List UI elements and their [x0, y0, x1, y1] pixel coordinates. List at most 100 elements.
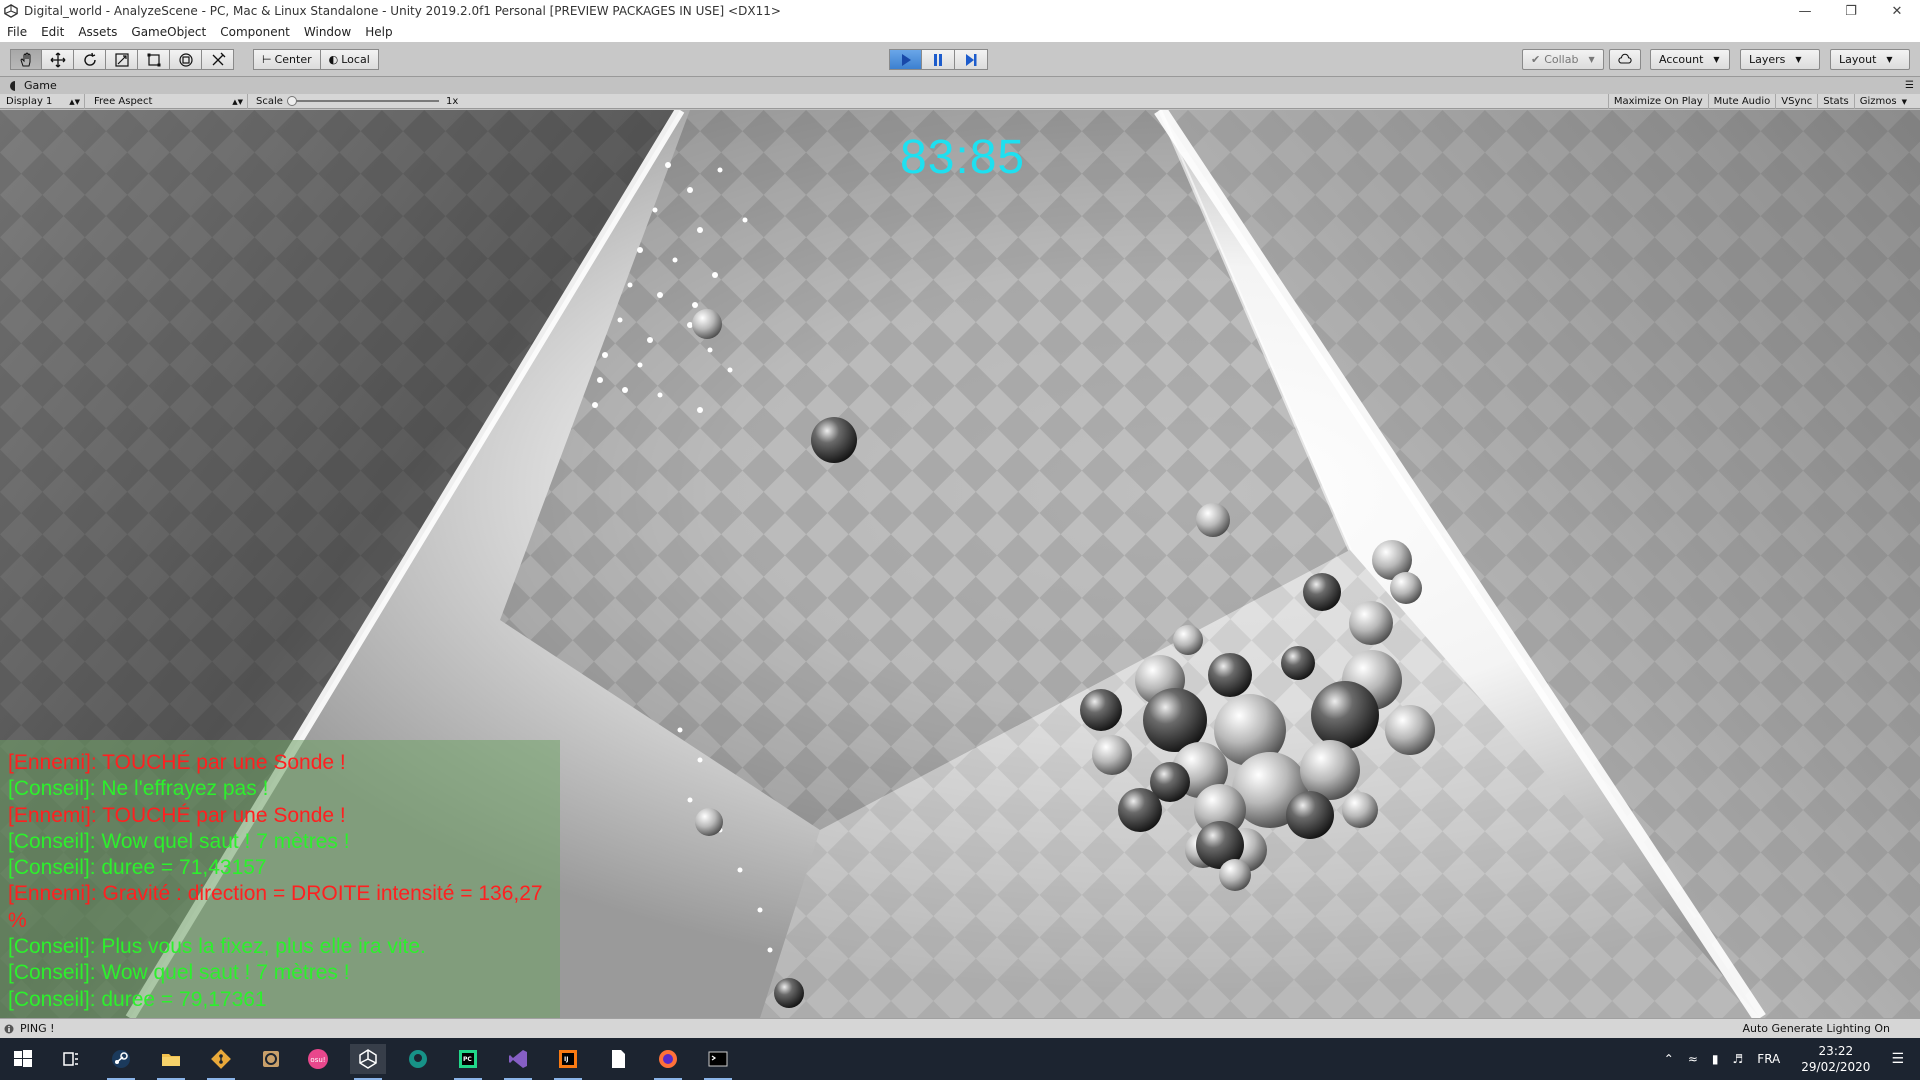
lighting-status: Auto Generate Lighting On [1742, 1022, 1891, 1035]
restore-button[interactable]: ❐ [1828, 0, 1874, 22]
maximize-on-play-toggle[interactable]: Maximize On Play [1607, 94, 1708, 109]
scale-slider-track[interactable] [289, 100, 439, 102]
taskbar-intellij[interactable]: IJ [550, 1044, 586, 1080]
clock[interactable]: 23:22 29/02/2020 [1801, 1043, 1870, 1075]
custom-tool-icon [212, 52, 225, 65]
custom-tool-button[interactable] [202, 49, 234, 70]
taskbar-visual-studio[interactable] [500, 1044, 536, 1080]
game-view-toolbar: Display 1 ▲▼ Free Aspect ▲▼ Scale 1x Max… [0, 94, 1920, 109]
taskbar-steam[interactable] [103, 1044, 139, 1080]
menu-help[interactable]: Help [358, 25, 399, 39]
chevron-up-icon[interactable]: ⌃ [1664, 1052, 1674, 1066]
chevron-updown-icon: ▲▼ [232, 97, 243, 106]
taskbar-file[interactable] [600, 1044, 636, 1074]
step-icon [966, 53, 977, 66]
scale-tool-icon [114, 52, 129, 67]
layout-dropdown[interactable]: Layout ▼ [1830, 49, 1910, 70]
play-button[interactable] [889, 49, 922, 70]
steam-icon [112, 1050, 130, 1068]
pause-button[interactable] [922, 49, 955, 70]
layout-label: Layout [1839, 53, 1877, 66]
rotate-tool-button[interactable] [74, 49, 106, 70]
gizmos-label: Gizmos [1859, 96, 1897, 107]
transform-tool-button[interactable] [170, 49, 202, 70]
windows-taskbar: osu! PC IJ ⌃ ≈ ▮ ♬ FRA 23:22 29/02/2020 … [0, 1038, 1920, 1080]
clock-date: 29/02/2020 [1801, 1060, 1871, 1074]
account-dropdown[interactable]: Account ▼ [1650, 49, 1730, 70]
hand-tool-button[interactable] [10, 49, 42, 70]
layout-group: Layout ▼ [1830, 49, 1910, 70]
taskbar-gitkraken[interactable] [400, 1044, 436, 1074]
start-button[interactable] [5, 1044, 41, 1074]
menu-assets[interactable]: Assets [71, 25, 124, 39]
menu-edit[interactable]: Edit [34, 25, 71, 39]
rect-tool-icon [147, 53, 160, 66]
svg-text:osu!: osu! [310, 1056, 325, 1064]
file-explorer-icon [162, 1054, 180, 1066]
taskbar-terminal[interactable] [700, 1044, 736, 1080]
taskbar-osu[interactable]: osu! [300, 1044, 336, 1074]
vsync-toggle[interactable]: VSync [1775, 94, 1817, 109]
language-indicator[interactable]: FRA [1757, 1052, 1780, 1066]
gizmos-dropdown[interactable]: Gizmos ▼ [1853, 94, 1912, 109]
console-message[interactable]: PING ! [20, 1022, 55, 1035]
pivot-center-button[interactable]: ⊢ Center [253, 49, 321, 70]
chevron-down-icon: ▼ [1795, 55, 1802, 64]
firefox-icon [659, 1050, 677, 1068]
menu-file[interactable]: File [0, 25, 34, 39]
log-line: [Conseil]: duree = 71,43157 [8, 856, 267, 880]
log-line: [Ennemi]: TOUCHÉ par une Sonde ! [8, 751, 346, 774]
move-tool-button[interactable] [42, 49, 74, 70]
battery-icon[interactable]: ▮ [1712, 1052, 1719, 1066]
taskbar-blender[interactable] [253, 1044, 289, 1074]
scale-slider-thumb[interactable] [287, 96, 297, 106]
game-message-log: [Ennemi]: TOUCHÉ par une Sonde ! [Consei… [0, 740, 560, 1018]
display-dropdown[interactable]: Display 1 ▲▼ [0, 94, 85, 109]
unity-icon [359, 1049, 377, 1069]
pycharm-icon: PC [459, 1050, 477, 1068]
menu-component[interactable]: Component [213, 25, 297, 39]
game-timer: 83:85 [900, 131, 1026, 184]
game-viewport[interactable]: 83:85 [Ennemi]: TOUCHÉ par une Sonde ! [… [0, 110, 1920, 1018]
notifications-icon[interactable]: ☰ [1891, 1051, 1904, 1067]
stats-toggle[interactable]: Stats [1817, 94, 1854, 109]
aspect-dropdown[interactable]: Free Aspect ▲▼ [88, 94, 248, 109]
layers-dropdown[interactable]: Layers ▼ [1740, 49, 1820, 70]
windows-start-icon [14, 1050, 32, 1067]
rect-tool-button[interactable] [138, 49, 170, 70]
taskbar-file-explorer[interactable] [153, 1044, 189, 1080]
system-tray: ⌃ ≈ ▮ ♬ FRA 23:22 29/02/2020 ☰ [1657, 1038, 1920, 1080]
taskbar-pycharm[interactable]: PC [450, 1044, 486, 1080]
pivot-local-button[interactable]: ◐ Local [320, 49, 379, 70]
minimize-button[interactable]: — [1782, 0, 1828, 22]
svg-text:IJ: IJ [564, 1056, 568, 1063]
volume-icon[interactable]: ♬ [1733, 1052, 1744, 1066]
game-controller-icon [10, 80, 15, 91]
log-line: [Conseil]: duree = 79,17361 [8, 987, 267, 1011]
move-tool-icon [50, 52, 65, 67]
task-view-icon [63, 1052, 78, 1066]
task-view-button[interactable] [53, 1044, 89, 1074]
game-tab[interactable]: Game ☰ [0, 77, 1920, 94]
menu-gameobject[interactable]: GameObject [124, 25, 213, 39]
tab-menu-icon[interactable]: ☰ [1905, 80, 1914, 91]
cloud-button[interactable] [1609, 49, 1641, 70]
account-label: Account [1659, 53, 1704, 66]
unity-logo-icon [4, 4, 18, 18]
close-button[interactable]: ✕ [1874, 0, 1920, 22]
menu-window[interactable]: Window [297, 25, 358, 39]
local-globe-icon: ◐ [328, 53, 339, 66]
taskbar-firefox[interactable] [650, 1044, 686, 1080]
collab-dropdown[interactable]: ✔ Collab ▼ [1522, 49, 1604, 70]
wifi-icon[interactable]: ≈ [1688, 1052, 1698, 1066]
taskbar-git[interactable] [203, 1044, 239, 1080]
scale-tool-button[interactable] [106, 49, 138, 70]
game-tab-label: Game [24, 79, 57, 92]
display-label: Display 1 [6, 96, 53, 107]
collab-group: ✔ Collab ▼ [1522, 49, 1604, 70]
mute-audio-toggle[interactable]: Mute Audio [1707, 94, 1776, 109]
step-button[interactable] [955, 49, 988, 70]
taskbar-unity[interactable] [350, 1044, 386, 1080]
game-view-options: Maximize On Play Mute Audio VSync Stats … [1607, 94, 1912, 109]
aspect-label: Free Aspect [94, 96, 153, 107]
